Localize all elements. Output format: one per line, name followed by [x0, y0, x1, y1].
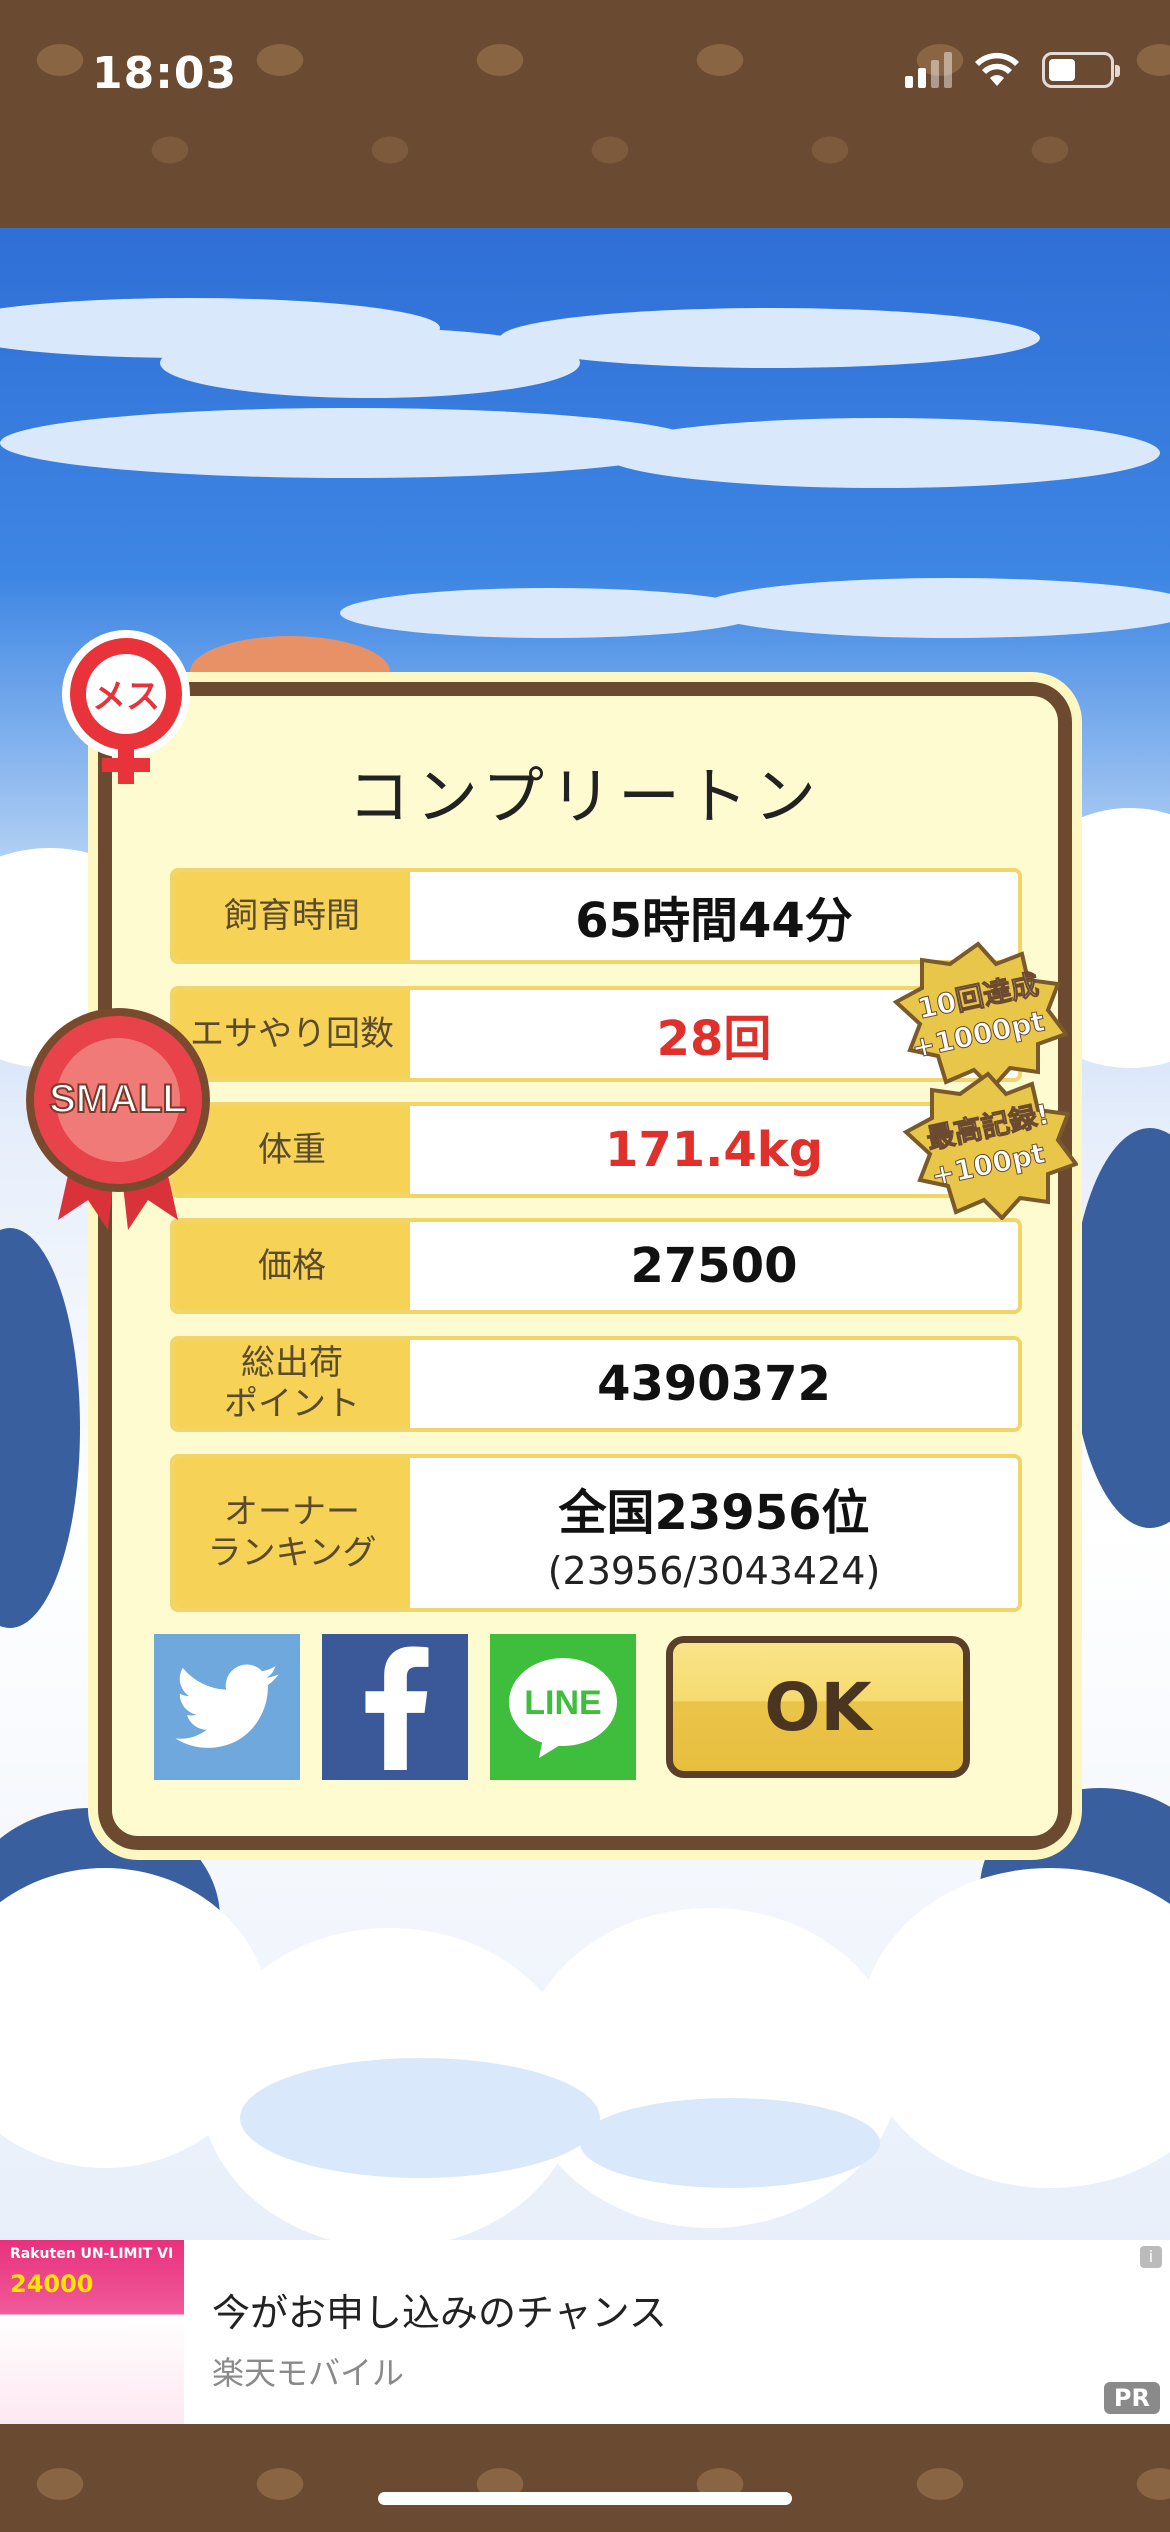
row-value: 27500 — [410, 1222, 1018, 1310]
ad-info-icon[interactable]: i — [1140, 2246, 1162, 2268]
row-weight: 体重 171.4kg — [170, 1102, 1022, 1198]
bottom-background — [0, 2424, 1170, 2532]
row-sub-text: (23956/3043424) — [547, 1549, 881, 1593]
line-icon: LINE — [509, 1658, 617, 1758]
row-total-points: 総出荷 ポイント 4390372 — [170, 1336, 1022, 1432]
line-share-button[interactable]: LINE — [490, 1634, 636, 1780]
home-indicator[interactable] — [378, 2492, 792, 2505]
small-rosette-icon: SMALL — [26, 1008, 210, 1230]
top-background: 18:03 — [0, 0, 1170, 228]
ad-title[interactable]: 今がお申し込みのチャンス — [212, 2282, 667, 2337]
dialog-title: コンプリートン — [347, 760, 823, 833]
row-owner-ranking: オーナー ランキング 全国23956位 (23956/3043424) — [170, 1454, 1022, 1612]
row-label: 飼育時間 — [174, 872, 410, 960]
signal-icon — [905, 52, 952, 88]
line-icon-text: LINE — [524, 1684, 601, 1722]
status-time: 18:03 — [92, 48, 238, 99]
ad-banner[interactable]: Rakuten UN-LIMIT VI 24000 今がお申し込みのチャンス 楽… — [0, 2240, 1170, 2424]
wifi-icon — [975, 52, 1019, 86]
row-value: 全国23956位 (23956/3043424) — [410, 1458, 1018, 1608]
row-label: 総出荷 ポイント — [174, 1340, 410, 1428]
row-price: 価格 27500 — [170, 1218, 1022, 1314]
small-rosette-text: SMALL — [49, 1077, 187, 1121]
row-label: オーナー ランキング — [174, 1458, 410, 1608]
ok-button[interactable]: OK — [666, 1636, 970, 1778]
facebook-icon — [365, 1646, 429, 1770]
ad-thumb-line2: 24000 — [10, 2270, 94, 2298]
row-value-text: 171.4kg — [604, 1122, 824, 1178]
status-icons — [905, 52, 1120, 88]
ad-source: 楽天モバイル — [212, 2354, 405, 2392]
female-badge-text: メス — [92, 677, 160, 717]
facebook-share-button[interactable] — [322, 1634, 468, 1780]
battery-icon — [1042, 52, 1120, 88]
female-badge-icon: メス — [62, 630, 190, 784]
ad-pr-badge: PR — [1103, 2382, 1160, 2414]
row-value-text: 全国23956位 — [558, 1485, 870, 1541]
row-value-text: 27500 — [630, 1238, 798, 1294]
bonus-burst-record: 最高記録! +100pt — [902, 1071, 1078, 1220]
row-label: 価格 — [174, 1222, 410, 1310]
row-value-text: 4390372 — [597, 1356, 831, 1412]
row-value-text: 28回 — [656, 1011, 772, 1067]
ad-thumb-line1: Rakuten UN-LIMIT VI — [10, 2246, 174, 2262]
twitter-icon — [175, 1664, 279, 1748]
row-value: 4390372 — [410, 1340, 1018, 1428]
result-dialog: コンプリートン 飼育時間 65時間44分 エサやり回数 28回 体重 171.4… — [98, 682, 1072, 1850]
bonus-burst-feed: 10回達成 +1000pt — [892, 941, 1068, 1090]
ad-thumbnail[interactable]: Rakuten UN-LIMIT VI 24000 — [0, 2240, 184, 2424]
twitter-share-button[interactable] — [154, 1634, 300, 1780]
row-value-text: 65時間44分 — [575, 893, 853, 949]
